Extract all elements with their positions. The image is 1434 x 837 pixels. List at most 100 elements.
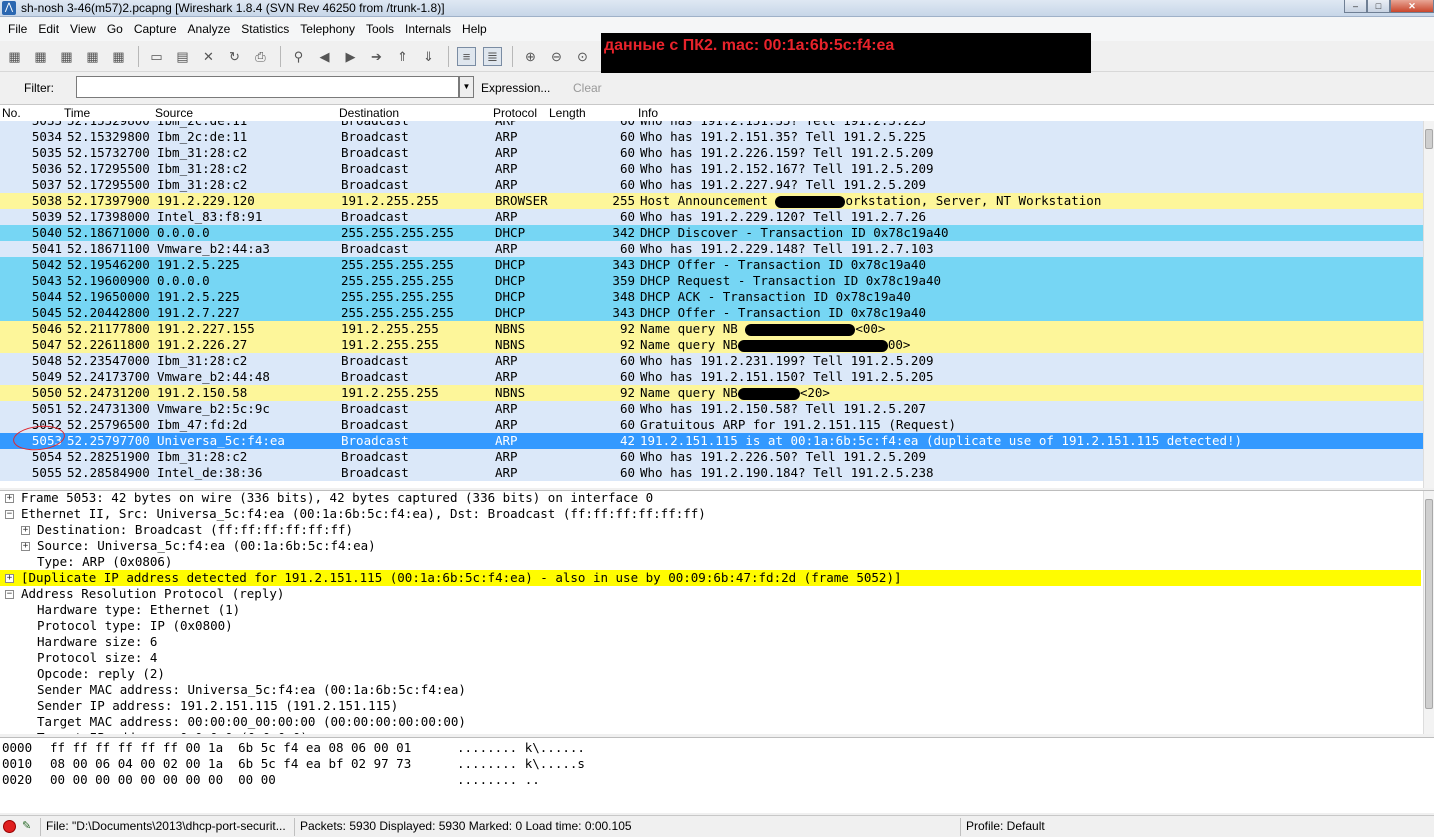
expand-icon[interactable]: + bbox=[5, 494, 14, 503]
hex-row[interactable]: 0020 00 00 00 00 00 00 00 00 00 00.......… bbox=[2, 772, 622, 788]
edit-comment-icon[interactable]: ✎ bbox=[22, 819, 36, 833]
zoom-out-icon[interactable]: ⊖ bbox=[547, 47, 566, 66]
colorize-icon[interactable]: ≡ bbox=[457, 47, 476, 66]
menu-internals[interactable]: Internals bbox=[405, 22, 451, 36]
detail-tree-item[interactable]: Type: ARP (0x0806) bbox=[0, 554, 1421, 570]
packet-row[interactable]: 5037 52.17295500 Ibm_31:28:c2 Broadcast ARP 6… bbox=[0, 177, 1423, 193]
print-icon[interactable]: ⎙ bbox=[251, 47, 270, 66]
details-scrollbar[interactable] bbox=[1423, 491, 1434, 734]
menu-telephony[interactable]: Telephony bbox=[300, 22, 355, 36]
packet-row[interactable]: 5048 52.23547000 Ibm_31:28:c2 Broadcast ARP 6… bbox=[0, 353, 1423, 369]
detail-tree-item[interactable]: Sender IP address: 191.2.151.115 (191.2.… bbox=[0, 698, 1421, 714]
normal-size-icon[interactable]: ⊙ bbox=[573, 47, 592, 66]
detail-tree-item[interactable]: Hardware size: 6 bbox=[0, 634, 1421, 650]
menu-tools[interactable]: Tools bbox=[366, 22, 394, 36]
reload-icon[interactable]: ↻ bbox=[225, 47, 244, 66]
column-header-info[interactable]: Info bbox=[638, 106, 658, 120]
detail-tree-item[interactable]: Opcode: reply (2) bbox=[0, 666, 1421, 682]
open-file-icon[interactable]: ▭ bbox=[147, 47, 166, 66]
collapse-icon[interactable]: − bbox=[5, 510, 14, 519]
capture-status-icon[interactable] bbox=[3, 820, 16, 833]
find-packet-icon[interactable]: ⚲ bbox=[289, 47, 308, 66]
detail-tree-item[interactable]: + Source: Universa_5c:f4:ea (00:1a:6b:5c:… bbox=[0, 538, 1421, 554]
wireshark-app-icon[interactable]: ⋀ bbox=[2, 1, 16, 15]
scrollbar-thumb[interactable] bbox=[1425, 499, 1433, 709]
packet-row[interactable]: 5038 52.17397900 191.2.229.120 191.2.255.25… bbox=[0, 193, 1423, 209]
packet-row[interactable]: 5055 52.28584900 Intel_de:38:36 Broadcast AR… bbox=[0, 465, 1423, 481]
options-icon[interactable]: ▦ bbox=[31, 47, 50, 66]
hex-row[interactable]: 0000 ff ff ff ff ff ff 00 1a 6b 5c f4 ea … bbox=[2, 740, 622, 756]
detail-tree-item[interactable]: Sender MAC address: Universa_5c:f4:ea (0… bbox=[0, 682, 1421, 698]
packet-row[interactable]: 5041 52.18671100 Vmware_b2:44:a3 Broadcast A… bbox=[0, 241, 1423, 257]
detail-tree-item[interactable]: Target IP address: 0.0.0.0 (0.0.0.0) bbox=[0, 730, 1421, 734]
maximize-button[interactable]: □ bbox=[1367, 0, 1390, 13]
detail-tree-item[interactable]: Hardware type: Ethernet (1) bbox=[0, 602, 1421, 618]
menu-help[interactable]: Help bbox=[462, 22, 487, 36]
go-forward-icon[interactable]: ▶ bbox=[341, 47, 360, 66]
packet-row[interactable]: 5036 52.17295500 Ibm_31:28:c2 Broadcast ARP 6… bbox=[0, 161, 1423, 177]
column-header-length[interactable]: Length bbox=[549, 106, 586, 120]
hex-row[interactable]: 0010 08 00 06 04 00 02 00 1a 6b 5c f4 ea … bbox=[2, 756, 622, 772]
packet-row[interactable]: 5034 52.15329800 Ibm_2c:de:11 Broadcast ARP 6… bbox=[0, 129, 1423, 145]
packet-row[interactable]: 5043 52.19600900 0.0.0.0 255.255.255.255 DHC… bbox=[0, 273, 1423, 289]
packet-list-scrollbar[interactable] bbox=[1423, 121, 1434, 488]
packet-row[interactable]: 5039 52.17398000 Intel_83:f8:91 Broadcast AR… bbox=[0, 209, 1423, 225]
packet-row[interactable]: 5054 52.28251900 Ibm_31:28:c2 Broadcast ARP 6… bbox=[0, 449, 1423, 465]
scrollbar-thumb[interactable] bbox=[1425, 129, 1433, 149]
go-to-packet-icon[interactable]: ➔ bbox=[367, 47, 386, 66]
restart-capture-icon[interactable]: ▦ bbox=[109, 47, 128, 66]
detail-tree-item[interactable]: − Ethernet II, Src: Universa_5c:f4:ea (00… bbox=[0, 506, 1421, 522]
interfaces-icon[interactable]: ▦ bbox=[5, 47, 24, 66]
filter-dropdown-icon[interactable]: ▼ bbox=[459, 76, 474, 98]
expand-icon[interactable]: + bbox=[21, 542, 30, 551]
expression-button[interactable]: Expression... bbox=[481, 81, 550, 95]
detail-tree-item[interactable]: Protocol type: IP (0x0800) bbox=[0, 618, 1421, 634]
packet-row[interactable]: 5044 52.19650000 191.2.5.225 255.255.255.25… bbox=[0, 289, 1423, 305]
packet-row[interactable]: 5042 52.19546200 191.2.5.225 255.255.255.25… bbox=[0, 257, 1423, 273]
column-header-source[interactable]: Source bbox=[155, 106, 193, 120]
detail-tree-item[interactable]: Protocol size: 4 bbox=[0, 650, 1421, 666]
detail-tree-item[interactable]: + Destination: Broadcast (ff:ff:ff:ff:ff:… bbox=[0, 522, 1421, 538]
last-packet-icon[interactable]: ⇓ bbox=[419, 47, 438, 66]
save-file-icon[interactable]: ▤ bbox=[173, 47, 192, 66]
column-header-no[interactable]: No. bbox=[2, 106, 21, 120]
packet-row[interactable]: 5035 52.15732700 Ibm_31:28:c2 Broadcast ARP 6… bbox=[0, 145, 1423, 161]
column-header-protocol[interactable]: Protocol bbox=[493, 106, 537, 120]
stop-capture-icon[interactable]: ▦ bbox=[83, 47, 102, 66]
clear-button[interactable]: Clear bbox=[573, 81, 602, 95]
column-header-time[interactable]: Time bbox=[64, 106, 90, 120]
expand-icon[interactable]: + bbox=[5, 574, 14, 583]
packet-row[interactable]: 5052 52.25796500 Ibm_47:fd:2d Broadcast ARP 6… bbox=[0, 417, 1423, 433]
packet-row[interactable]: 5045 52.20442800 191.2.7.227 255.255.255.25… bbox=[0, 305, 1423, 321]
packet-row[interactable]: 5033 52.15329800Ibm_2c:de:11Broadcast ARP 6… bbox=[0, 121, 1423, 129]
auto-scroll-icon[interactable]: ≣ bbox=[483, 47, 502, 66]
detail-tree-item[interactable]: + [Duplicate IP address detected for 191.… bbox=[0, 570, 1421, 586]
menu-view[interactable]: View bbox=[70, 22, 96, 36]
filter-input[interactable] bbox=[76, 76, 459, 98]
close-file-icon[interactable]: ✕ bbox=[199, 47, 218, 66]
detail-tree-item[interactable]: − Address Resolution Protocol (reply) bbox=[0, 586, 1421, 602]
column-header-destination[interactable]: Destination bbox=[339, 106, 399, 120]
first-packet-icon[interactable]: ⇑ bbox=[393, 47, 412, 66]
menu-capture[interactable]: Capture bbox=[134, 22, 177, 36]
packet-row[interactable]: 5046 52.21177800 191.2.227.155 191.2.255.25… bbox=[0, 321, 1423, 337]
status-profile[interactable]: Profile: Default bbox=[960, 818, 1434, 836]
minimize-button[interactable]: – bbox=[1344, 0, 1367, 13]
detail-tree-item[interactable]: + Frame 5053: 42 bytes on wire (336 bits)… bbox=[0, 491, 1421, 506]
zoom-in-icon[interactable]: ⊕ bbox=[521, 47, 540, 66]
expand-icon[interactable]: + bbox=[21, 526, 30, 535]
menu-go[interactable]: Go bbox=[107, 22, 123, 36]
packet-row-selected[interactable]: 5053 52.25797700 Universa_5c:f4:ea Broadcas… bbox=[0, 433, 1423, 449]
detail-tree-item[interactable]: Target MAC address: 00:00:00_00:00:00 (0… bbox=[0, 714, 1421, 730]
close-button[interactable]: ✕ bbox=[1390, 0, 1434, 13]
menu-file[interactable]: File bbox=[8, 22, 27, 36]
start-capture-icon[interactable]: ▦ bbox=[57, 47, 76, 66]
go-back-icon[interactable]: ◀ bbox=[315, 47, 334, 66]
collapse-icon[interactable]: − bbox=[5, 590, 14, 599]
packet-row[interactable]: 5051 52.24731300 Vmware_b2:5c:9c Broadcast A… bbox=[0, 401, 1423, 417]
packet-row[interactable]: 5040 52.18671000 0.0.0.0 255.255.255.255 DHC… bbox=[0, 225, 1423, 241]
menu-statistics[interactable]: Statistics bbox=[241, 22, 289, 36]
menu-analyze[interactable]: Analyze bbox=[188, 22, 231, 36]
packet-row[interactable]: 5050 52.24731200 191.2.150.58 191.2.255.255… bbox=[0, 385, 1423, 401]
packet-row[interactable]: 5049 52.24173700 Vmware_b2:44:48 Broadcast A… bbox=[0, 369, 1423, 385]
